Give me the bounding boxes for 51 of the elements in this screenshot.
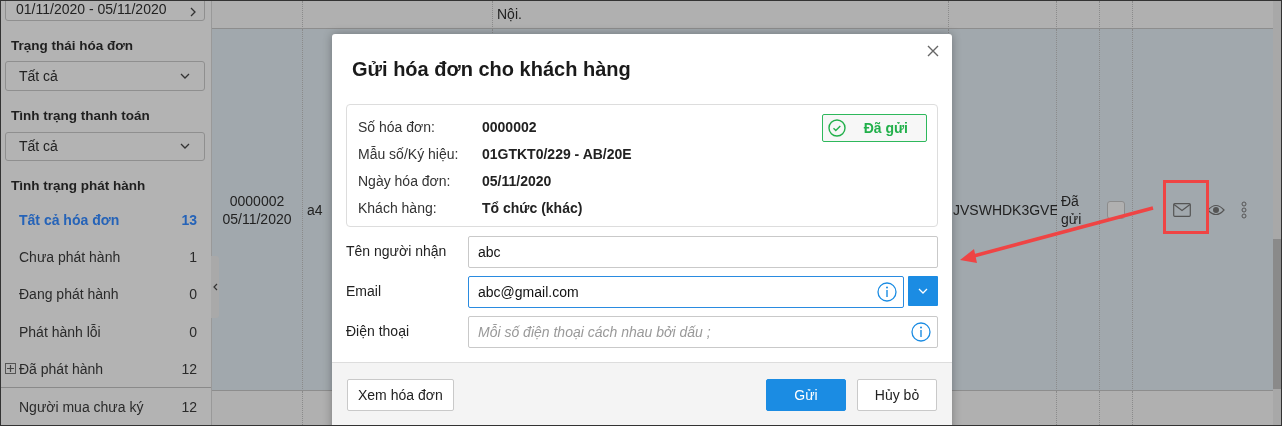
status-item[interactable]: Người mua chưa ký 12 xyxy=(5,388,205,425)
dropdown-button[interactable] xyxy=(908,276,938,306)
info-label: Khách hàng: xyxy=(358,199,438,216)
field-label: Tên người nhận xyxy=(346,242,448,259)
filter-label: Tình trạng thanh toán xyxy=(11,107,150,123)
info-icon[interactable] xyxy=(911,322,931,342)
filter-label: Trạng thái hóa đơn xyxy=(11,37,134,53)
envelope-icon[interactable] xyxy=(1173,202,1191,217)
template-cell: a4 xyxy=(307,201,323,218)
status-item[interactable]: Chưa phát hành 1 xyxy=(5,238,205,276)
info-value: Tổ chức (khác) xyxy=(482,199,584,216)
chevron-down-icon xyxy=(180,73,190,80)
invoice-cell-text: 0000002 05/11/2020 xyxy=(221,191,293,228)
phone-field[interactable]: Mỗi số điện thoại cách nhau bởi dấu ; xyxy=(468,316,938,348)
close-icon xyxy=(927,45,939,57)
lookup-code-cell: JVSWHDK3GVE xyxy=(953,201,1059,218)
filter-select[interactable]: Tất cả xyxy=(5,61,205,91)
send-button[interactable]: Gửi xyxy=(766,379,846,411)
email-field[interactable]: abc@gmail.com xyxy=(468,276,904,308)
dialog-title: Gửi hóa đơn cho khách hàng xyxy=(352,58,631,80)
chevron-down-icon xyxy=(180,143,190,150)
info-label: Mẫu số/Ký hiệu: xyxy=(358,145,460,162)
info-label: Số hóa đơn: xyxy=(358,118,436,135)
info-value: 0000002 xyxy=(482,118,538,135)
info-label: Ngày hóa đơn: xyxy=(358,172,452,189)
cancel-button[interactable]: Hủy bỏ xyxy=(857,379,937,411)
status-item[interactable]: Phát hành lỗi 0 xyxy=(5,313,205,351)
section-label: Tình trạng phát hành xyxy=(11,178,146,194)
chevron-right-icon xyxy=(190,6,196,17)
recipient-field[interactable]: abc xyxy=(468,236,938,268)
send-status-cell-text: Đã gửi xyxy=(1061,191,1083,228)
highlight-frame xyxy=(1163,180,1209,234)
status-item[interactable]: Đang phát hành 0 xyxy=(5,275,205,313)
info-value: 05/11/2020 xyxy=(482,172,553,189)
view-invoice-button[interactable]: Xem hóa đơn xyxy=(347,379,454,411)
expand-icon[interactable] xyxy=(5,363,16,375)
field-label: Email xyxy=(346,282,382,299)
status-item[interactable]: Đã phát hành 12 xyxy=(5,350,205,388)
collapse-handle[interactable] xyxy=(211,256,219,318)
table-cell-text: Nội. xyxy=(497,6,522,24)
info-value: 01GTKT0/229 - AB/20E xyxy=(482,145,632,162)
sent-status-badge: Đã gửi xyxy=(821,114,927,142)
row-checkbox[interactable] xyxy=(1107,200,1125,219)
field-label: Điện thoại xyxy=(346,322,411,339)
filter-select[interactable]: Tất cả xyxy=(5,131,205,162)
date-range-field[interactable]: 01/11/2020 - 05/11/2020 xyxy=(5,1,205,21)
eye-icon[interactable] xyxy=(1207,203,1225,216)
more-icon[interactable] xyxy=(1241,200,1247,219)
info-icon[interactable] xyxy=(877,282,897,302)
scrollbar[interactable] xyxy=(1273,1,1281,425)
chevron-down-icon xyxy=(918,288,928,294)
